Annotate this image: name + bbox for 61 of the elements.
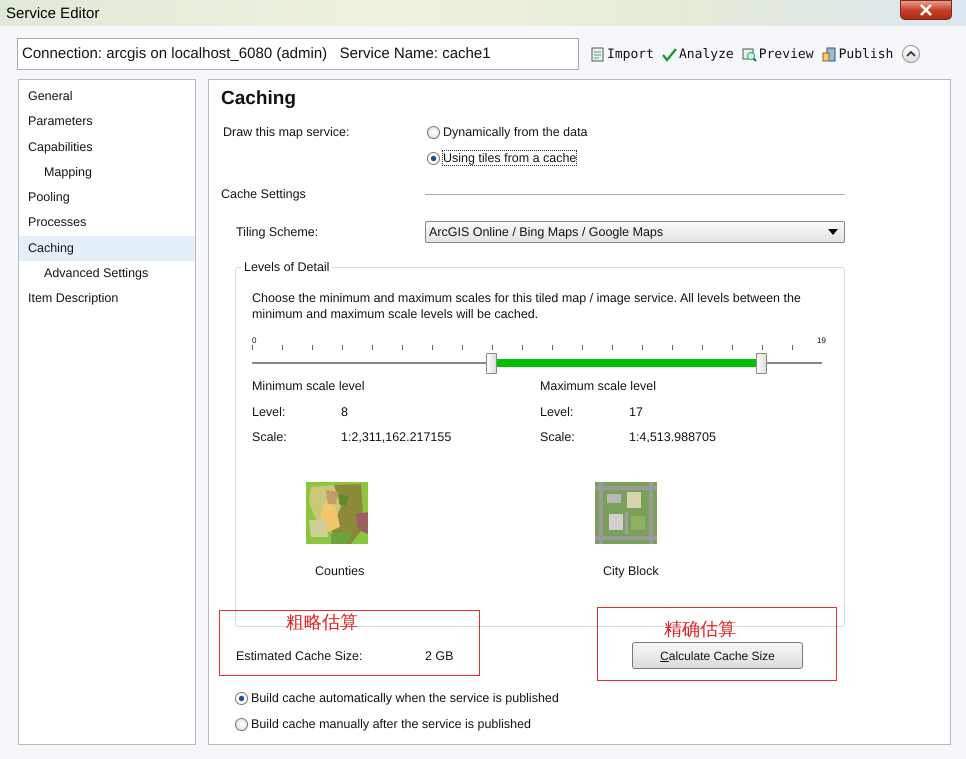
toolbar-button[interactable]: Analyze [658, 44, 737, 64]
field-label: Scale: [252, 430, 288, 444]
window-title: Service Editor [5, 4, 100, 22]
sidebar-item[interactable]: General [19, 84, 195, 110]
toolbar-button[interactable]: Preview [738, 44, 817, 64]
sidebar-item[interactable]: Parameters [19, 109, 195, 135]
range-slider[interactable] [252, 345, 822, 375]
example-label: Counties [315, 564, 364, 578]
radio-button[interactable] [235, 692, 248, 704]
sidebar-item[interactable]: Capabilities [19, 134, 195, 160]
radio-button[interactable] [427, 152, 440, 164]
tiling-dropdown[interactable]: ArcGIS Online / Bing Maps / Google Maps [425, 221, 845, 243]
description-text: Choose the minimum and maximum scales for this tiled map / image service. All levels between the minimum and maximum scale levels will be cached. [252, 290, 802, 322]
slider-thumb[interactable] [756, 353, 768, 374]
toolbar-button[interactable]: Publish [818, 44, 896, 64]
radio-option[interactable]: Using tiles from a cache [427, 151, 588, 165]
range-heading: Maximum scale level [540, 379, 658, 393]
sidebar-item[interactable]: Item Description [19, 286, 195, 312]
sidebar-item[interactable]: Caching [19, 236, 195, 262]
checkmark-icon [662, 46, 677, 62]
radio-button[interactable] [235, 718, 248, 730]
radio-button[interactable] [427, 126, 440, 138]
sidebar-item[interactable]: Pooling [19, 185, 195, 210]
level-value: 17 [629, 405, 643, 419]
sidebar-item[interactable]: Advanced Settings [19, 261, 195, 286]
field-label: Scale: [540, 430, 576, 444]
estimate-value: 2 GB [425, 648, 454, 662]
close-icon [919, 4, 933, 16]
field-label: Tiling Scheme: [235, 225, 320, 239]
scale-value: 1:4,513.988705 [629, 430, 716, 444]
toolbar-button[interactable]: Import [587, 44, 657, 64]
annotation-text: 精确估算 [664, 618, 736, 641]
range-heading: Minimum scale level [252, 379, 366, 393]
scale-value: 1:2,311,162.217155 [341, 430, 452, 444]
tick-label: 19 [817, 336, 826, 345]
radio-option[interactable]: Dynamically from the data [427, 125, 588, 139]
radio-option[interactable]: Build cache automatically when the service is published [235, 691, 950, 705]
section-label: Cache Settings [221, 187, 307, 201]
calculate-button[interactable]: Calculate Cache Size [632, 642, 803, 669]
level-value: 8 [341, 405, 348, 419]
sidebar-item[interactable]: Processes [19, 210, 195, 236]
connection-field: Connection: arcgis on localhost_6080 (admin) Service Name: cache1 [17, 38, 579, 70]
panel-title: Caching [221, 88, 297, 110]
sidebar-item[interactable]: Mapping [19, 160, 195, 186]
example-label: City Block [603, 564, 659, 578]
annotation-text: 粗略估算 [286, 611, 358, 634]
slider-thumb[interactable] [486, 353, 497, 374]
radio-option[interactable]: Build cache manually after the service is published [235, 717, 950, 731]
close-button[interactable] [900, 0, 952, 20]
chevron-up-icon [906, 50, 916, 58]
document-icon [590, 46, 605, 62]
field-label: Level: [252, 405, 286, 419]
field-label: Draw this map service: [222, 125, 350, 141]
field-label: Level: [540, 405, 574, 419]
group-title: Levels of Detail [241, 260, 332, 274]
magnifier-icon [742, 46, 757, 62]
server-icon [822, 46, 837, 62]
caret-icon [828, 229, 838, 235]
field-label: Estimated Cache Size: [236, 648, 364, 662]
tick-label: 0 [252, 336, 256, 345]
collapse-button[interactable] [902, 45, 920, 63]
